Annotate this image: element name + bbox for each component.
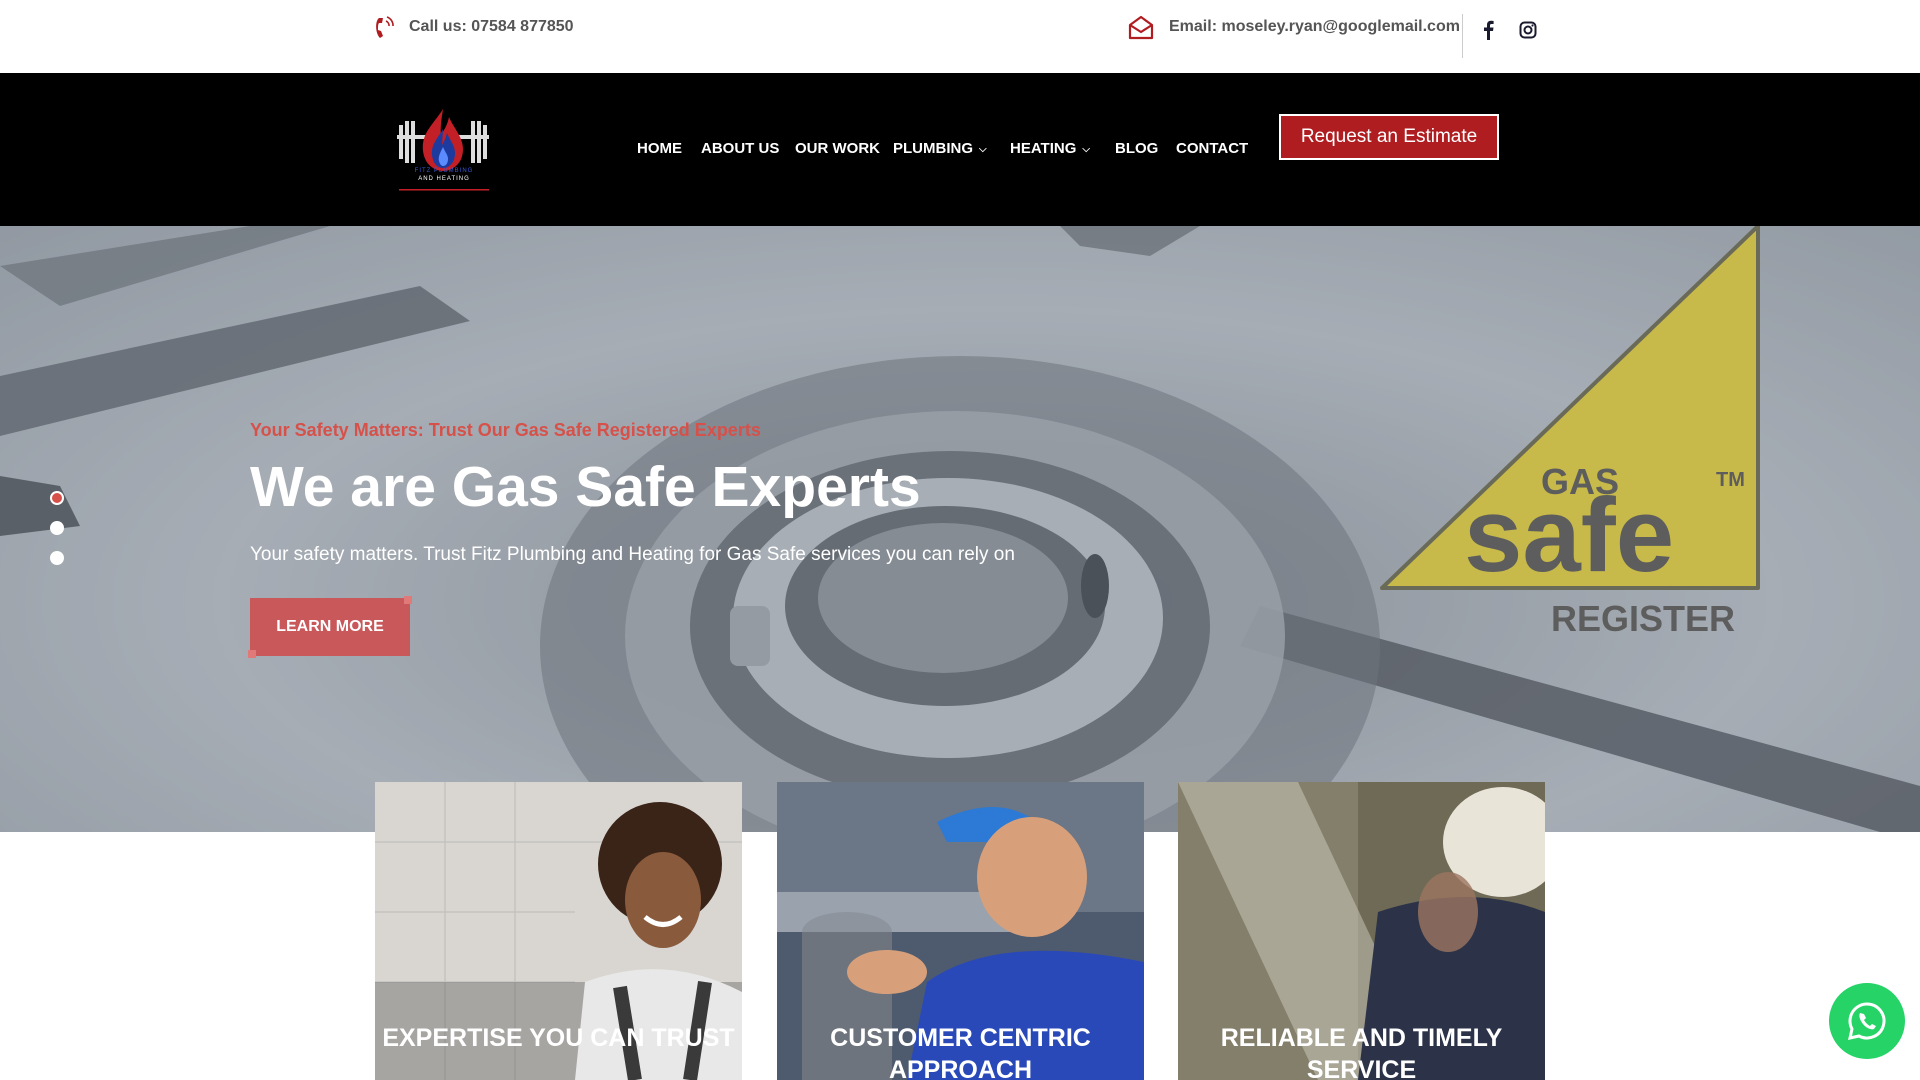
phone-icon (376, 16, 394, 38)
hero-subtitle: Your Safety Matters: Trust Our Gas Safe … (250, 420, 761, 440)
hero-slider: GAS safe TM REGISTER Your Safety Matters… (0, 226, 1920, 832)
slider-dot-3[interactable] (50, 551, 64, 565)
logo-text-line1: FITZ PLUMBING (414, 168, 474, 174)
whatsapp-icon (1848, 1002, 1886, 1040)
divider (1462, 14, 1463, 58)
card-title: RELIABLE AND TIMELY SERVICE (1220, 1024, 1503, 1080)
gas-safe-safe-text: safe (1464, 477, 1674, 594)
top-bar: Call us: 07584 877850 Email: moseley.rya… (0, 0, 1920, 73)
nav-plumbing[interactable]: PLUMBING ⌵ (893, 140, 987, 157)
hero-description: Your safety matters. Trust Fitz Plumbing… (250, 544, 1015, 565)
main-navigation: FITZ PLUMBING AND HEATING HOME ABOUT US … (0, 73, 1920, 226)
slider-dot-1[interactable] (50, 491, 64, 505)
learn-more-label: LEARN MORE (276, 618, 384, 635)
feature-card-expertise[interactable]: EXPERTISE YOU CAN TRUST (375, 782, 742, 1080)
nav-home[interactable]: HOME (637, 140, 682, 157)
facebook-icon[interactable] (1481, 20, 1497, 40)
nav-heating-label: HEATING (1010, 140, 1077, 157)
learn-more-button[interactable]: LEARN MORE (248, 596, 412, 658)
gas-safe-tm-text: TM (1716, 469, 1745, 491)
hero-title: We are Gas Safe Experts (250, 455, 921, 519)
company-logo[interactable] (395, 107, 491, 197)
nav-our-work[interactable]: OUR WORK (795, 140, 880, 157)
gas-safe-register-text: REGISTER (1551, 598, 1735, 639)
card-title: CUSTOMER CENTRIC APPROACH (830, 1024, 1091, 1080)
instagram-icon[interactable] (1519, 21, 1537, 39)
button-corner-accent (248, 650, 256, 658)
mail-icon (1128, 15, 1154, 40)
chevron-down-icon: ⌵ (1082, 144, 1090, 155)
card-title: EXPERTISE YOU CAN TRUST (382, 1024, 735, 1052)
gas-safe-logo: GAS safe TM REGISTER (1380, 226, 1760, 639)
nav-heating[interactable]: HEATING ⌵ (1010, 140, 1090, 157)
nav-plumbing-label: PLUMBING (893, 140, 973, 157)
chevron-down-icon: ⌵ (979, 144, 987, 155)
phone-number[interactable]: Call us: 07584 877850 (409, 18, 574, 36)
nav-contact[interactable]: CONTACT (1176, 140, 1248, 157)
nav-about-us[interactable]: ABOUT US (701, 140, 779, 157)
feature-card-reliable-service[interactable]: RELIABLE AND TIMELY SERVICE (1178, 782, 1545, 1080)
email-address[interactable]: Email: moseley.ryan@googlemail.com (1169, 18, 1460, 36)
nav-blog[interactable]: BLOG (1115, 140, 1158, 157)
feature-card-customer-centric[interactable]: CUSTOMER CENTRIC APPROACH (777, 782, 1144, 1080)
request-estimate-button[interactable]: Request an Estimate (1279, 114, 1499, 160)
button-corner-accent (404, 596, 412, 604)
logo-text-line2: AND HEATING (418, 176, 470, 182)
slider-dot-2[interactable] (50, 521, 64, 535)
whatsapp-chat-button[interactable] (1829, 983, 1905, 1059)
